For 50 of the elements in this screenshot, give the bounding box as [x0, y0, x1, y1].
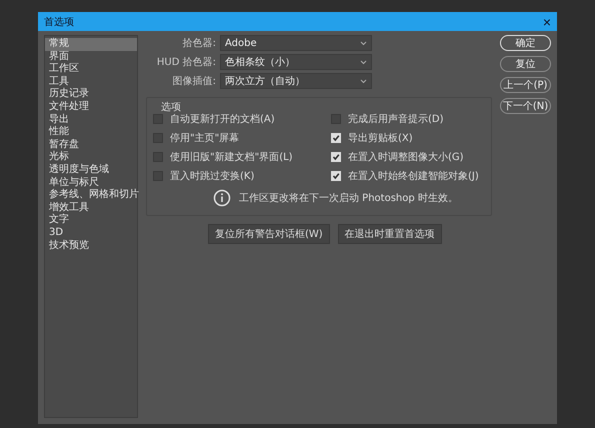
checkbox-label: 在置入时调整图像大小(G)	[348, 150, 464, 164]
sidebar-item[interactable]: 文字	[45, 214, 137, 227]
group-title: 选项	[161, 100, 181, 114]
chevron-icon	[360, 40, 367, 46]
notice-text: 工作区更改将在下一次启动 Photoshop 时生效。	[239, 192, 458, 205]
checkbox-label: 在置入时始终创建智能对象(J)	[348, 170, 479, 183]
checkbox-label: 自动更新打开的文档(A)	[170, 112, 275, 126]
checkbox-label: 置入时跳过变换(K)	[170, 170, 254, 183]
info-icon	[213, 189, 231, 207]
window-title: 首选项	[44, 16, 74, 28]
sidebar-item[interactable]: 性能	[45, 126, 137, 139]
sidebar-item[interactable]: 3D	[45, 226, 137, 240]
field-label: 拾色器:	[182, 37, 216, 50]
sidebar-item[interactable]: 透明度与色域	[45, 164, 137, 177]
close-button[interactable]: ×	[540, 14, 553, 28]
sidebar-item[interactable]: 单位与标尺	[45, 176, 137, 190]
checkbox-label: 停用"主页"屏幕	[170, 132, 240, 145]
checkbox[interactable]	[153, 133, 163, 143]
checkbox[interactable]	[153, 152, 163, 162]
checkbox[interactable]	[331, 114, 341, 124]
sidebar-item[interactable]: 文件处理	[45, 100, 137, 114]
action-button[interactable]: 复位所有警告对话框(W)	[208, 224, 330, 244]
field-label: HUD 拾色器:	[156, 56, 216, 69]
chevron-icon	[360, 60, 367, 64]
chevron-icon	[360, 78, 367, 84]
dialog-button[interactable]: 复位	[500, 56, 551, 72]
sidebar-item[interactable]: 工具	[45, 76, 137, 88]
dialog-button[interactable]: 上一个(P)	[500, 77, 551, 93]
dialog-button[interactable]: 确定	[500, 35, 551, 51]
checkbox[interactable]	[153, 114, 163, 124]
dropdown-field[interactable]: Adobe	[220, 35, 372, 51]
sidebar-item[interactable]: 技术预览	[45, 240, 137, 252]
action-button[interactable]: 在退出时重置首选项	[338, 224, 442, 244]
checkbox-label: 导出剪贴板(X)	[348, 132, 413, 145]
checkbox-label: 使用旧版"新建文档"界面(L)	[170, 150, 293, 164]
field-label: 图像插值:	[172, 75, 216, 88]
sidebar-item[interactable]: 参考线、网格和切片	[45, 189, 137, 202]
sidebar-item[interactable]: 暂存盘	[45, 138, 137, 152]
checkbox-label: 完成后用声音提示(D)	[348, 112, 444, 126]
sidebar-item[interactable]: 工作区	[45, 63, 137, 76]
sidebar-item[interactable]: 历史记录	[45, 88, 137, 101]
dropdown-field[interactable]: 色相条纹（小）	[220, 54, 372, 70]
dialog-button[interactable]: 下一个(N)	[500, 98, 551, 114]
dropdown-field[interactable]: 两次立方（自动）	[220, 73, 372, 89]
sidebar-item[interactable]: 光标	[45, 151, 137, 164]
sidebar-item[interactable]: 常规	[45, 38, 137, 51]
sidebar-item[interactable]: 界面	[45, 50, 137, 64]
checkbox[interactable]	[153, 171, 163, 181]
sidebar-item[interactable]: 增效工具	[45, 202, 137, 214]
sidebar-item[interactable]: 导出	[45, 114, 137, 126]
